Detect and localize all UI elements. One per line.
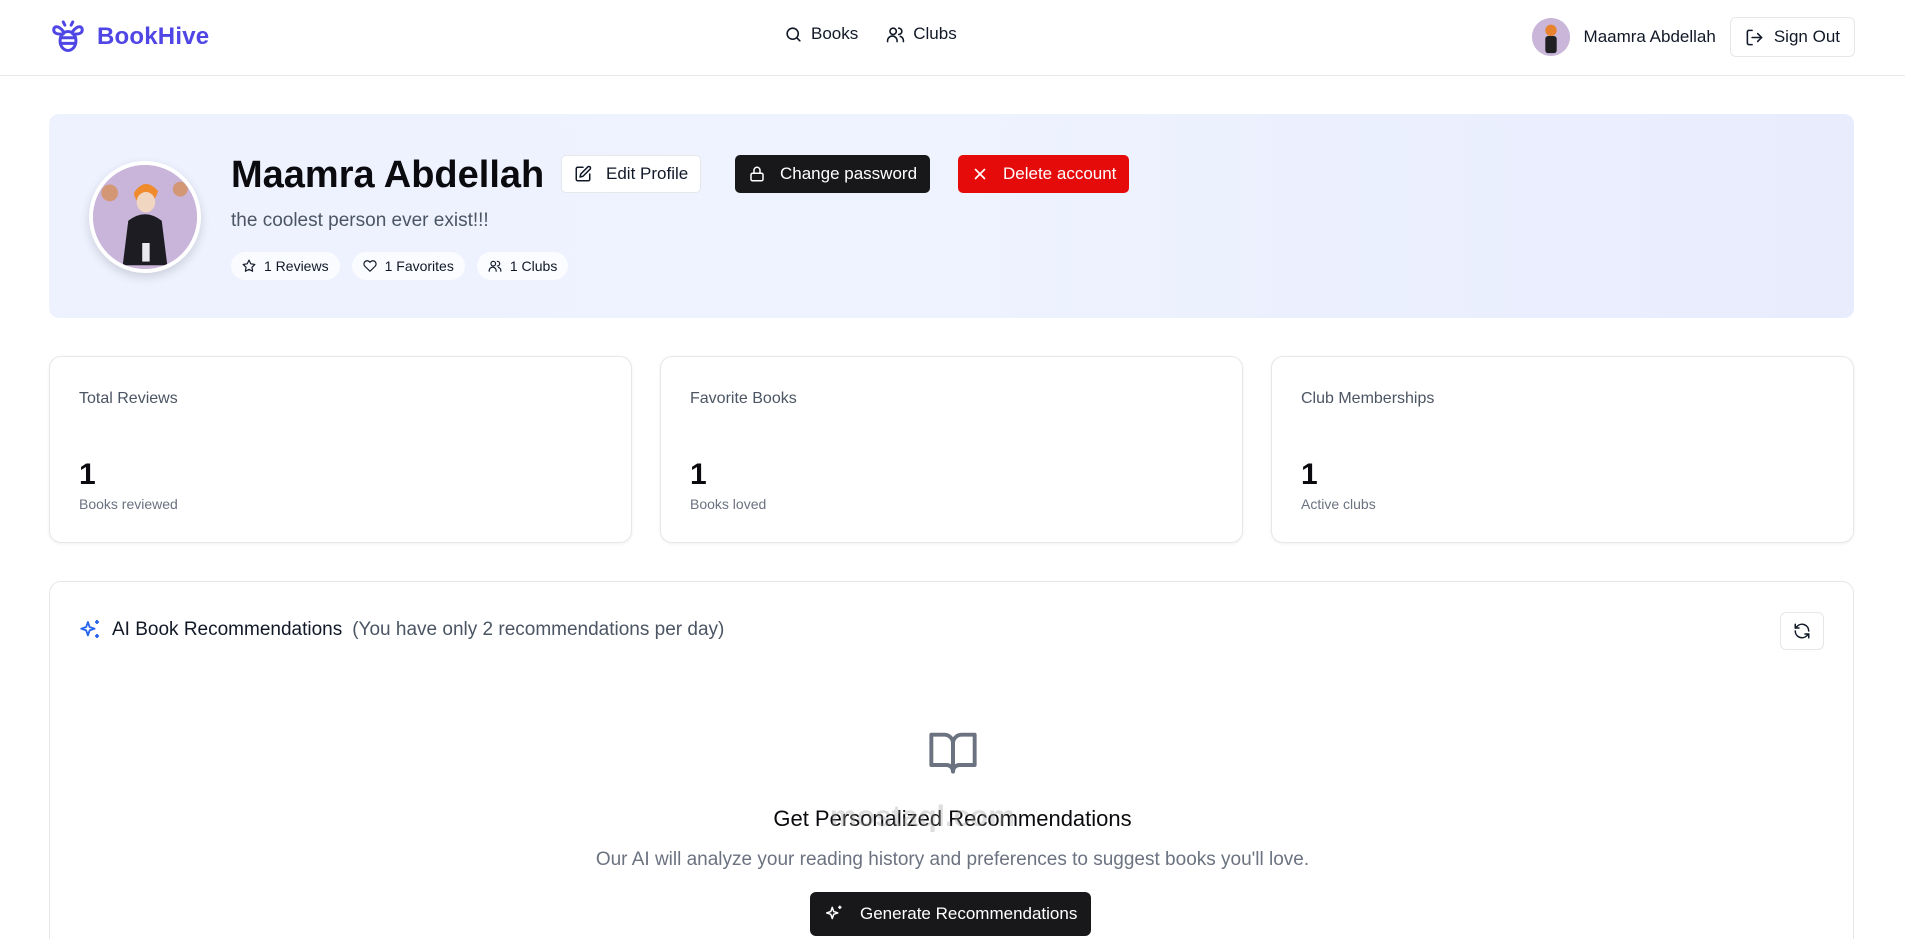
user-name: Maamra Abdellah <box>1583 27 1716 46</box>
sparkles-icon <box>825 905 842 920</box>
nav-books[interactable]: Books <box>784 24 858 44</box>
users-icon <box>887 26 905 42</box>
edit-profile-button[interactable]: Edit Profile <box>561 155 702 193</box>
profile-banner: Maamra Abdellah the coolest person ever … <box>49 114 1854 318</box>
card-value: 1 <box>690 458 707 491</box>
user-area: Maamra Abdellah Sign Out <box>1531 17 1855 57</box>
ai-recommendations-panel: AI Book Recommendations (You have only 2… <box>49 581 1854 939</box>
card-subtitle: Active clubs <box>1301 496 1376 512</box>
reviews-pill: 1 Reviews <box>231 252 340 280</box>
card-value: 1 <box>1301 458 1318 491</box>
lock-icon <box>750 166 764 182</box>
nav-clubs-label: Clubs <box>913 24 957 43</box>
card-title: Total Reviews <box>79 390 178 407</box>
total-reviews-card: Total Reviews 1 Books reviewed <box>49 356 632 543</box>
edit-profile-label: Edit Profile <box>606 164 689 183</box>
card-value: 1 <box>79 458 96 491</box>
heart-icon <box>362 260 377 272</box>
book-open-icon <box>929 732 977 774</box>
generate-recommendations-label: Generate Recommendations <box>860 904 1078 923</box>
profile-bio: the coolest person ever exist!!! <box>231 210 489 231</box>
card-subtitle: Books reviewed <box>79 496 178 512</box>
reviews-pill-label: 1 Reviews <box>264 258 329 274</box>
logo-text: BookHive <box>97 23 210 50</box>
avatar-image <box>1531 18 1570 56</box>
empty-state-text: Our AI will analyze your reading history… <box>595 849 1310 870</box>
club-memberships-card: Club Memberships 1 Active clubs <box>1271 356 1854 543</box>
refresh-icon <box>1794 623 1810 639</box>
avatar-image <box>93 165 197 269</box>
change-password-button[interactable]: Change password <box>735 155 931 193</box>
top-navbar: BookHive Books Clubs Maamra Abdellah Sig… <box>0 0 1905 76</box>
sign-out-button[interactable]: Sign Out <box>1729 17 1855 57</box>
favorite-books-card: Favorite Books 1 Books loved <box>660 356 1243 543</box>
profile-stats: 1 Reviews 1 Favorites 1 Clubs <box>231 252 569 280</box>
card-subtitle: Books loved <box>690 496 767 512</box>
nav-clubs[interactable]: Clubs <box>886 24 957 44</box>
favorites-pill: 1 Favorites <box>351 252 465 280</box>
edit-icon <box>575 165 592 182</box>
empty-state-title: Get Personalized Recommendations <box>773 806 1132 831</box>
sparkles-icon <box>80 620 99 638</box>
delete-account-label: Delete account <box>1003 164 1117 183</box>
nav-books-label: Books <box>811 24 859 43</box>
recommendations-limit-note: (You have only 2 recommendations per day… <box>352 619 725 640</box>
card-title: Club Memberships <box>1301 390 1435 407</box>
recommendations-header: AI Book Recommendations (You have only 2… <box>78 618 724 642</box>
star-icon <box>242 259 256 272</box>
change-password-label: Change password <box>780 164 918 183</box>
sign-out-label: Sign Out <box>1773 27 1840 46</box>
delete-account-button[interactable]: Delete account <box>958 155 1130 193</box>
clubs-pill: 1 Clubs <box>476 252 569 280</box>
search-icon <box>786 26 801 42</box>
close-icon <box>974 168 986 180</box>
generate-recommendations-button[interactable]: Generate Recommendations <box>810 892 1092 936</box>
refresh-button[interactable] <box>1780 612 1824 650</box>
logout-icon <box>1746 29 1763 45</box>
logo[interactable]: BookHive <box>49 18 209 56</box>
main-nav: Books Clubs <box>784 24 957 44</box>
favorites-pill-label: 1 Favorites <box>384 258 454 274</box>
recommendations-title: AI Book Recommendations <box>112 619 343 640</box>
users-icon <box>488 260 502 272</box>
card-title: Favorite Books <box>690 390 797 407</box>
profile-name: Maamra Abdellah <box>231 154 545 196</box>
profile-avatar <box>89 161 201 273</box>
user-avatar[interactable] <box>1531 18 1570 56</box>
bee-logo-icon <box>52 20 84 52</box>
clubs-pill-label: 1 Clubs <box>509 258 558 274</box>
